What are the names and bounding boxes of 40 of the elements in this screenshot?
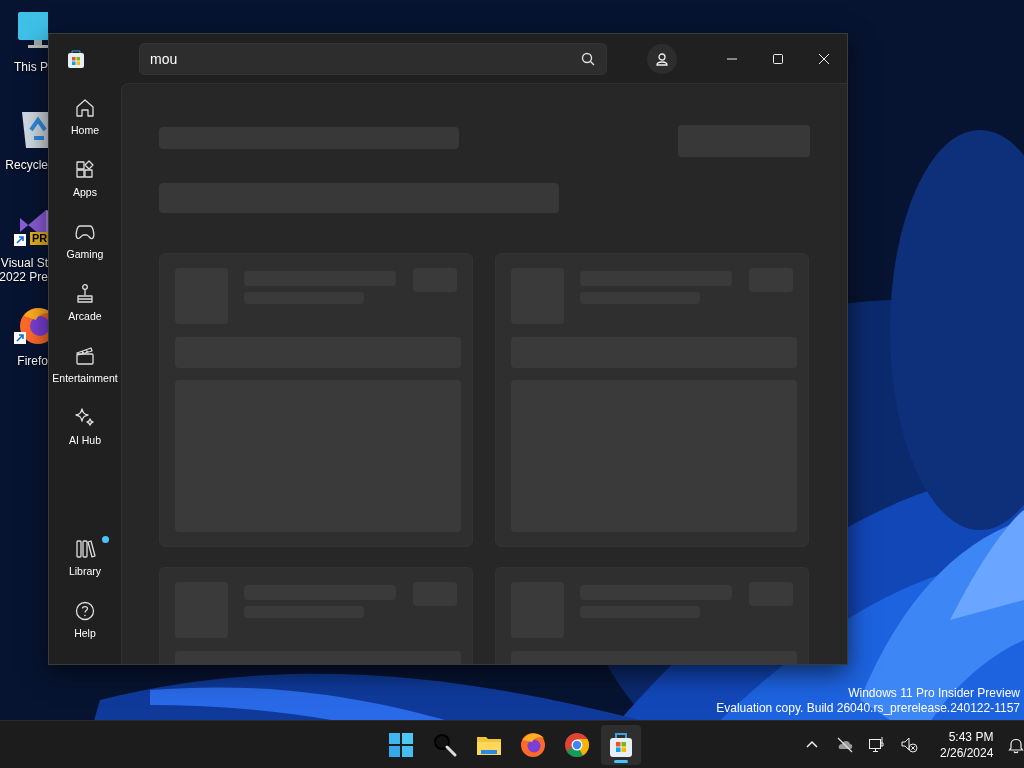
maximize-icon [771,52,785,65]
system-watermark-text: Evaluation copy. Build 26040.rs_prerelease.240122-1157 [716,701,1020,716]
nav-item[interactable]: AI Hub [53,399,117,457]
search-field[interactable]: mou [139,42,607,75]
fox-icon [519,731,547,759]
joystick-icon [74,283,96,306]
close-icon [817,52,831,65]
speaker-muted-icon [900,736,918,754]
bell-icon [1007,736,1024,754]
person-icon [655,51,669,66]
account-button[interactable] [647,43,677,74]
nav-item[interactable]: Arcade [53,275,117,333]
store-bag-icon [607,731,635,759]
date-text: 2/26/2024 [940,745,994,761]
icon-label: Visual St 2022 Pre [0,256,48,284]
clock-button[interactable]: 5:43 PM 2/26/2024 [936,729,998,761]
taskbar-button[interactable] [601,725,641,765]
icon-label: Recycle [5,158,48,172]
icon-label: Firefo [17,354,48,368]
time-text: 5:43 PM [947,729,994,745]
chrome-icon [563,731,591,759]
nav-item[interactable]: Gaming [53,213,117,271]
nav-item[interactable]: Apps [53,151,117,209]
clapperboard-icon [74,345,96,368]
badge-label: PR [30,232,48,245]
help-icon [74,600,96,623]
cloud-off-icon [836,736,854,754]
nav-item[interactable]: Entertainment [53,337,117,395]
house-icon [74,97,96,120]
store-logo-icon [67,48,85,69]
monitor-cable-icon [868,736,886,754]
books-icon [74,538,96,561]
system-watermark-text: Windows 11 Pro Insider Preview [847,686,1020,701]
icon-label: This P [14,60,48,74]
nav-item[interactable]: Home [53,89,117,147]
nav-item[interactable]: Help [53,592,117,650]
magnifier-icon [431,731,459,759]
nav-item[interactable]: Library [53,530,117,588]
windows-logo-icon [387,731,415,759]
search-icon [581,51,595,66]
